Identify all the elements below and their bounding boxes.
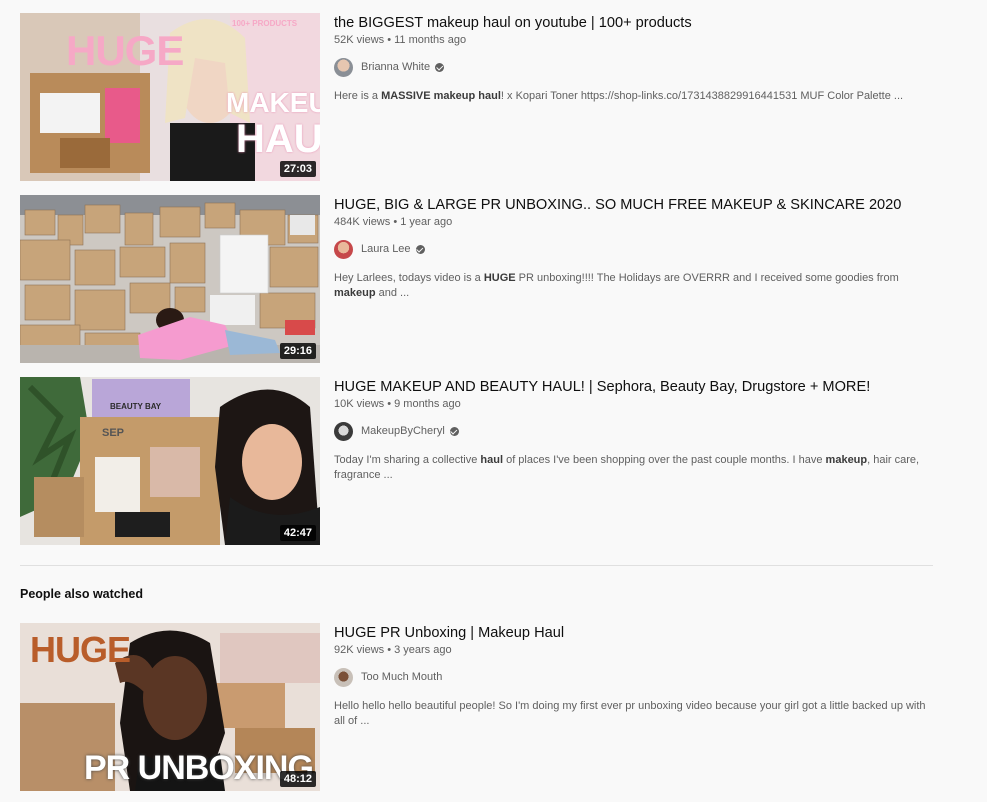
video-title[interactable]: HUGE, BIG & LARGE PR UNBOXING.. SO MUCH …	[334, 196, 934, 214]
video-result[interactable]: HUGE 100+ PRODUCTS MAKEUP HAUL 27:03 the…	[20, 13, 940, 181]
view-count: 484K views	[334, 216, 391, 228]
video-thumbnail[interactable]: BEAUTY BAY SEP 42:47	[20, 377, 320, 545]
verified-check-icon	[449, 426, 459, 436]
video-result[interactable]: 29:16 HUGE, BIG & LARGE PR UNBOXING.. SO…	[20, 195, 940, 363]
video-title[interactable]: the BIGGEST makeup haul on youtube | 100…	[334, 14, 934, 32]
search-results: HUGE 100+ PRODUCTS MAKEUP HAUL 27:03 the…	[0, 0, 987, 802]
upload-age: 3 years ago	[394, 644, 452, 656]
channel-link[interactable]: MakeupByCheryl	[334, 421, 934, 441]
duration-badge: 42:47	[279, 525, 316, 541]
thumbnail-overlay-text: PR UNBOXING	[84, 749, 314, 787]
thumbnail-overlay-text: BEAUTY BAY	[110, 402, 162, 411]
video-title[interactable]: HUGE PR Unboxing | Makeup Haul	[334, 624, 934, 642]
duration-badge: 29:16	[279, 343, 316, 359]
avatar[interactable]	[334, 239, 353, 259]
video-meta: HUGE, BIG & LARGE PR UNBOXING.. SO MUCH …	[334, 195, 934, 363]
duration-badge: 48:12	[279, 771, 316, 787]
video-description-snippet: Today I'm sharing a collective haul of p…	[334, 454, 920, 481]
avatar[interactable]	[334, 57, 353, 77]
upload-age: 9 months ago	[394, 398, 461, 410]
video-result[interactable]: BEAUTY BAY SEP 42:47 HUGE MAKEUP AND BEA…	[20, 377, 940, 545]
avatar[interactable]	[334, 421, 353, 441]
verified-check-icon	[435, 62, 445, 72]
video-thumbnail[interactable]: 29:16	[20, 195, 320, 363]
upload-age: 11 months ago	[394, 34, 467, 46]
video-description-snippet: Hey Larlees, todays video is a HUGE PR u…	[334, 272, 899, 299]
channel-link[interactable]: Laura Lee	[334, 239, 934, 259]
verified-check-icon	[415, 244, 425, 254]
shelf-title: People also watched	[20, 587, 143, 601]
video-stats: 484K views • 1 year ago	[334, 216, 453, 228]
video-title[interactable]: HUGE MAKEUP AND BEAUTY HAUL! | Sephora, …	[334, 378, 934, 396]
channel-link[interactable]: Too Much Mouth	[334, 667, 934, 687]
upload-age: 1 year ago	[400, 216, 453, 228]
video-meta: HUGE MAKEUP AND BEAUTY HAUL! | Sephora, …	[334, 377, 934, 545]
avatar[interactable]	[334, 667, 353, 687]
thumbnail-image	[20, 377, 320, 545]
view-count: 52K views	[334, 34, 385, 46]
thumbnail-overlay-text: SEP	[102, 427, 125, 439]
video-result[interactable]: HUGE PR UNBOXING 48:12 HUGE PR Unboxing …	[20, 623, 940, 791]
video-thumbnail[interactable]: HUGE PR UNBOXING 48:12	[20, 623, 320, 791]
thumbnail-image	[20, 195, 320, 363]
video-meta: HUGE PR Unboxing | Makeup Haul 92K views…	[334, 623, 934, 791]
thumbnail-overlay-text: HUGE	[30, 629, 131, 670]
view-count: 92K views	[334, 644, 385, 656]
video-stats: 52K views • 11 months ago	[334, 34, 467, 46]
channel-link[interactable]: Brianna White	[334, 57, 934, 77]
thumbnail-overlay-text: HUGE	[66, 27, 184, 74]
video-stats: 92K views • 3 years ago	[334, 644, 452, 656]
video-stats: 10K views • 9 months ago	[334, 398, 461, 410]
video-description-snippet: Hello hello hello beautiful people! So I…	[334, 700, 926, 727]
view-count: 10K views	[334, 398, 385, 410]
thumbnail-overlay-text: MAKEUP	[226, 87, 320, 118]
channel-name[interactable]: Laura Lee	[361, 243, 411, 255]
thumbnail-overlay-text: 100+ PRODUCTS	[232, 19, 298, 28]
section-divider	[20, 565, 933, 566]
channel-name[interactable]: MakeupByCheryl	[361, 425, 445, 437]
channel-name[interactable]: Brianna White	[361, 61, 430, 73]
video-description-snippet: Here is a MASSIVE makeup haul! x Kopari …	[334, 90, 904, 102]
video-thumbnail[interactable]: HUGE 100+ PRODUCTS MAKEUP HAUL 27:03	[20, 13, 320, 181]
duration-badge: 27:03	[279, 161, 316, 177]
channel-name[interactable]: Too Much Mouth	[361, 671, 442, 683]
video-meta: the BIGGEST makeup haul on youtube | 100…	[334, 13, 934, 181]
thumbnail-overlay-text: HAUL	[236, 117, 320, 161]
